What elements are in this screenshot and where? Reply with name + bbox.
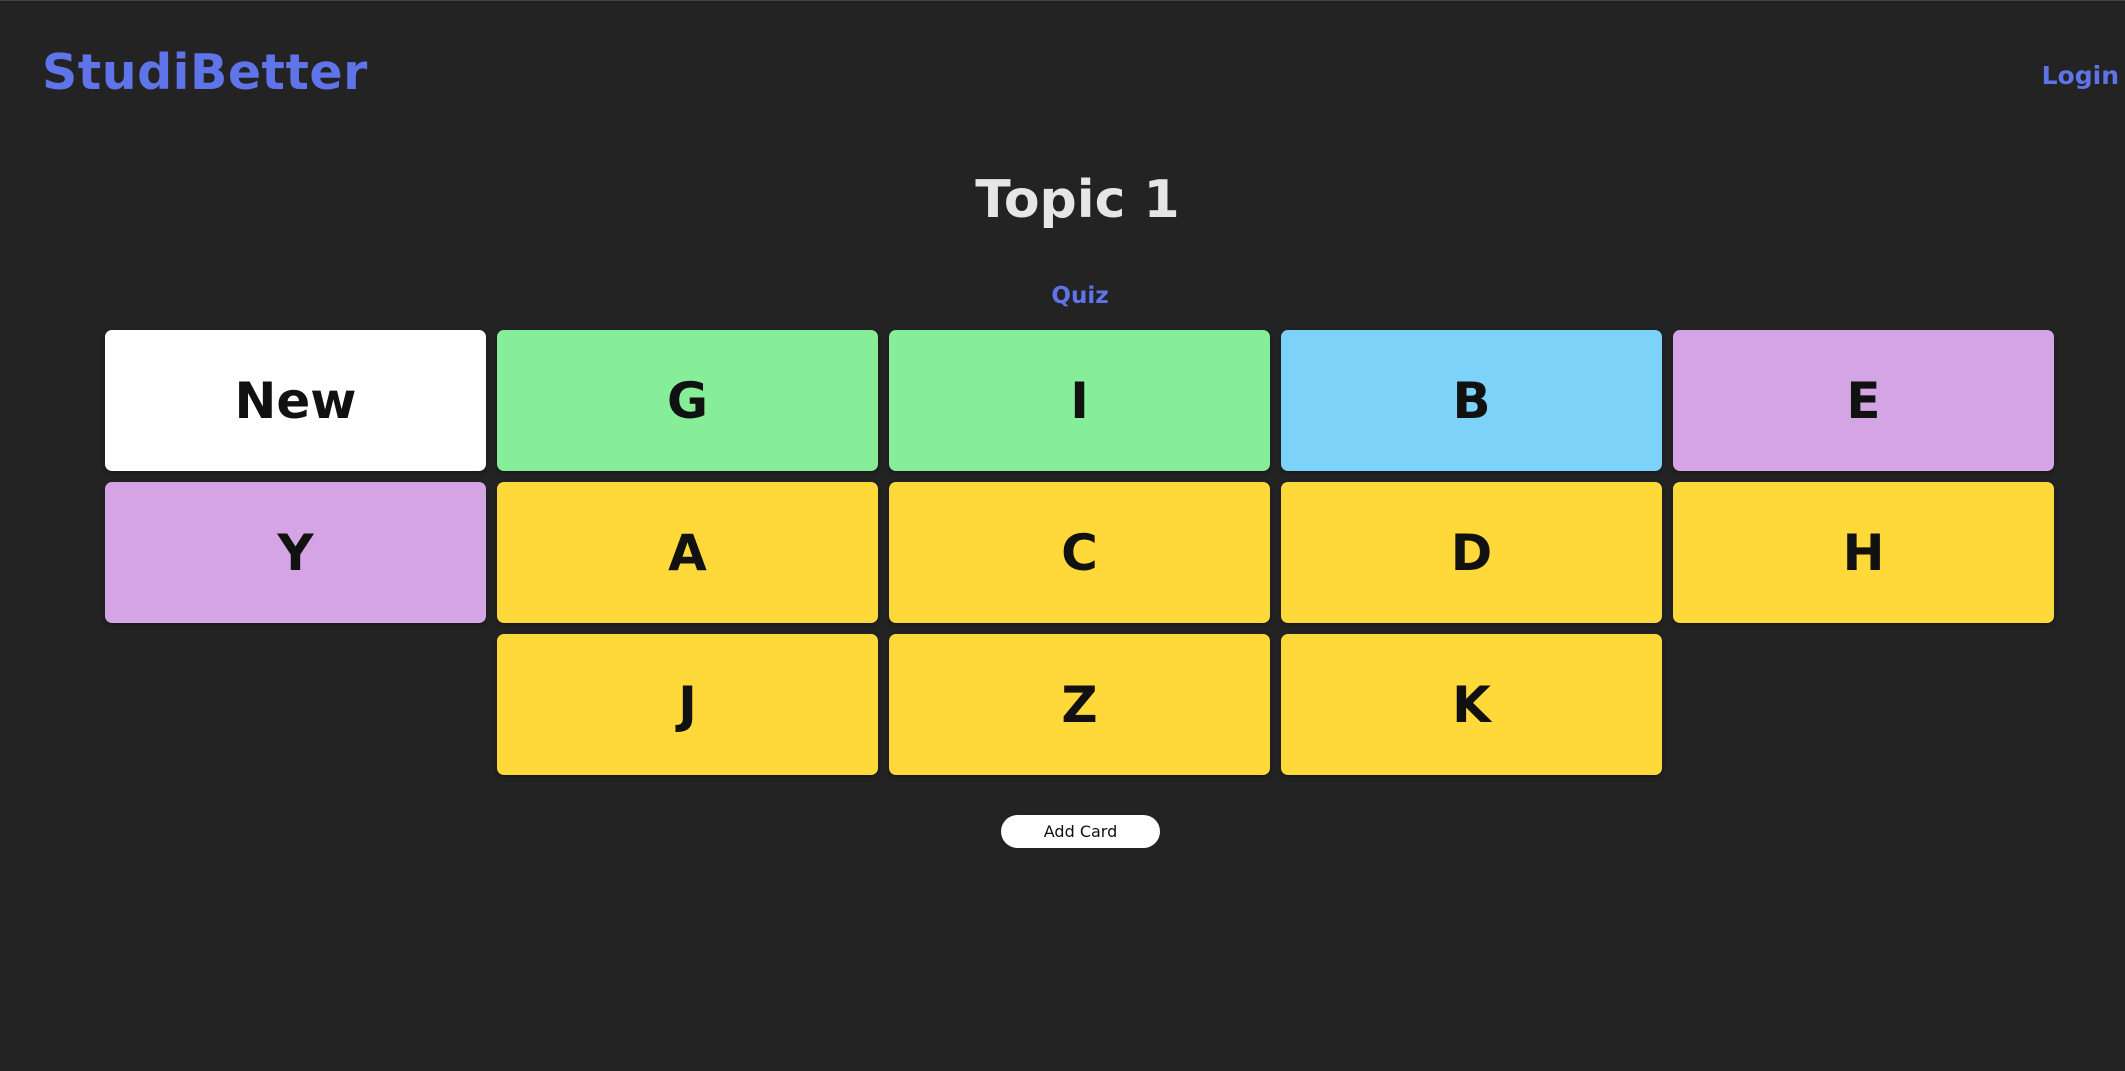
card-a[interactable]: A — [497, 482, 878, 623]
card-i[interactable]: I — [889, 330, 1270, 471]
card-d[interactable]: D — [1281, 482, 1662, 623]
card-b[interactable]: B — [1281, 330, 1662, 471]
card-e[interactable]: E — [1673, 330, 2054, 471]
login-link[interactable]: Login — [2042, 61, 2119, 90]
card-h[interactable]: H — [1673, 482, 2054, 623]
page-title: Topic 1 — [975, 170, 1180, 230]
quiz-link[interactable]: Quiz — [0, 283, 2125, 309]
add-card-button[interactable]: Add Card — [1001, 815, 1160, 848]
card-k[interactable]: K — [1281, 634, 1662, 775]
card-j[interactable]: J — [497, 634, 878, 775]
card-g[interactable]: G — [497, 330, 878, 471]
card-y[interactable]: Y — [105, 482, 486, 623]
card-grid: New G I B E Y A C D H J Z K — [105, 330, 2055, 775]
brand-logo[interactable]: StudiBetter — [42, 44, 368, 101]
card-z[interactable]: Z — [889, 634, 1270, 775]
top-border — [0, 0, 2125, 1]
card-new[interactable]: New — [105, 330, 486, 471]
card-c[interactable]: C — [889, 482, 1270, 623]
